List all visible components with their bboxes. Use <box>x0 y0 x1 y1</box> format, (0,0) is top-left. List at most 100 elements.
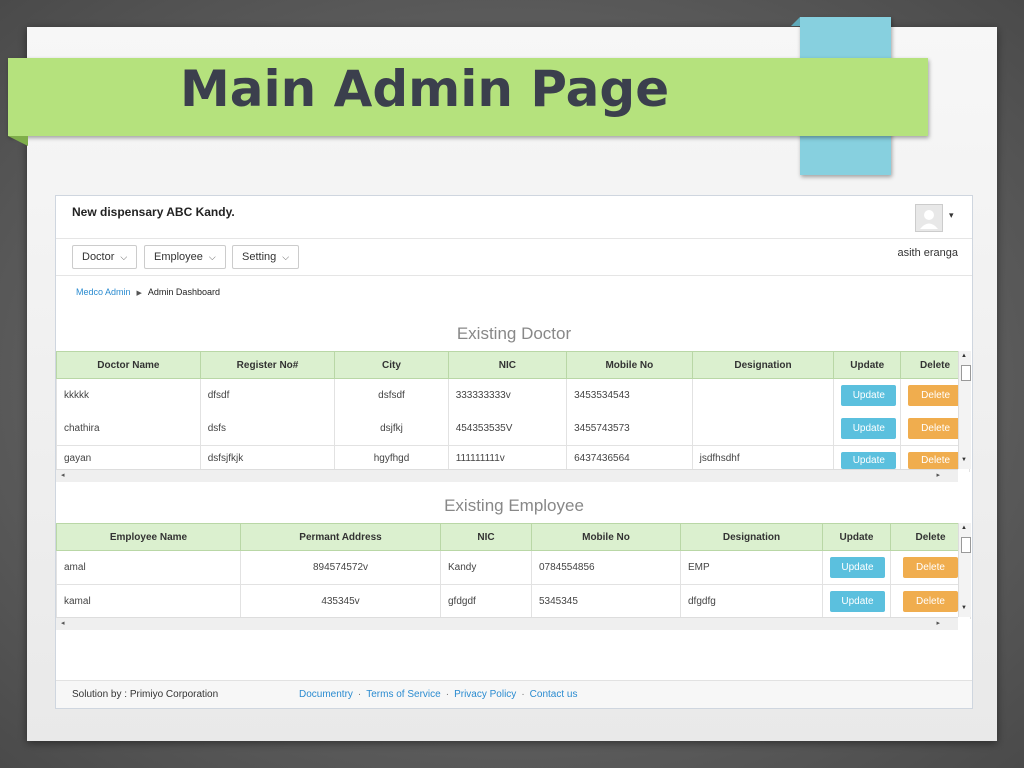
cell-address: 894574572v <box>240 550 441 585</box>
doctor-table-vertical-scrollbar[interactable]: ▲ ▼ <box>958 351 971 469</box>
footer: Solution by : Primiyo Corporation Docume… <box>56 680 972 708</box>
scroll-down-icon[interactable]: ▼ <box>961 605 967 611</box>
breadcrumb-current: Admin Dashboard <box>147 287 220 297</box>
cell-update: Update <box>833 378 902 412</box>
cell-designation: dfgdfg <box>680 584 823 619</box>
breadcrumb: Medco Admin ▶ Admin Dashboard <box>76 287 220 297</box>
column-header[interactable]: Doctor Name <box>56 351 201 379</box>
column-header[interactable]: Mobile No <box>566 351 693 379</box>
scroll-up-icon[interactable]: ▲ <box>961 353 967 359</box>
scroll-left-icon[interactable]: ◂ <box>61 619 65 627</box>
nav-bar: Doctor ⌵ Employee ⌵ Setting ⌵ asith eranga <box>56 239 972 276</box>
cell-designation: EMP <box>680 550 823 585</box>
column-header[interactable]: Permant Address <box>240 523 441 551</box>
scroll-left-icon[interactable]: ◂ <box>61 471 65 479</box>
column-header[interactable]: Mobile No <box>531 523 681 551</box>
update-button[interactable]: Update <box>841 417 897 439</box>
cell-doctor-name: kkkkk <box>56 378 201 412</box>
chevron-down-icon: ⌵ <box>208 252 216 262</box>
update-button[interactable]: Update <box>841 452 897 469</box>
user-avatar-icon[interactable] <box>915 204 943 232</box>
employee-table-horizontal-scrollbar[interactable]: ◂ ▸ <box>56 617 958 630</box>
scroll-down-icon[interactable]: ▼ <box>961 457 967 463</box>
nav-setting-dropdown[interactable]: Setting ⌵ <box>232 245 300 269</box>
cell-mobile: 3455743573 <box>566 411 693 446</box>
cell-nic: 333333333v <box>447 378 568 412</box>
scroll-up-icon[interactable]: ▲ <box>961 525 967 531</box>
cell-mobile: 0784554856 <box>531 550 681 585</box>
employee-table-header-row: Employee Name Permant Address NIC Mobile… <box>56 523 971 551</box>
footer-separator: · <box>357 689 362 700</box>
column-header[interactable]: NIC <box>440 523 532 551</box>
cell-update: Update <box>822 584 891 619</box>
delete-button[interactable]: Delete <box>908 452 964 469</box>
footer-link-terms[interactable]: Terms of Service <box>366 689 440 700</box>
scroll-thumb[interactable] <box>961 365 971 381</box>
cell-designation: jsdfhsdhf <box>691 445 835 472</box>
cell-nic: 111111111v <box>447 445 568 472</box>
column-header[interactable]: NIC <box>447 351 568 379</box>
cell-employee-name: kamal <box>56 584 241 619</box>
column-header[interactable]: Designation <box>691 351 835 379</box>
cell-update: Update <box>822 550 891 585</box>
column-header[interactable]: City <box>334 351 449 379</box>
doctor-table: Doctor Name Register No# City NIC Mobile… <box>56 351 970 472</box>
cell-doctor-name: gayan <box>56 445 201 472</box>
scroll-right-icon[interactable]: ▸ <box>936 619 940 627</box>
cell-update: Update <box>833 445 902 472</box>
cell-mobile: 5345345 <box>531 584 681 619</box>
slide-title: Main Admin Page <box>180 60 670 118</box>
doctor-section-title: Existing Doctor <box>456 324 572 343</box>
column-header[interactable]: Employee Name <box>56 523 241 551</box>
column-header[interactable]: Designation <box>680 523 823 551</box>
delete-button[interactable]: Delete <box>908 385 964 406</box>
cell-designation <box>691 378 835 412</box>
nav-employee-dropdown[interactable]: Employee ⌵ <box>144 245 226 269</box>
chevron-down-icon: ⌵ <box>282 252 290 262</box>
cell-mobile: 6437436564 <box>566 445 693 472</box>
footer-separator: · <box>445 689 450 700</box>
footer-solution-text: Solution by : Primiyo Corporation <box>72 689 219 700</box>
table-row: amal 894574572v Kandy 0784554856 EMP Upd… <box>56 550 971 585</box>
user-menu-caret-icon[interactable]: ▾ <box>949 210 954 221</box>
footer-links: Documentry · Terms of Service · Privacy Poli… <box>299 689 577 700</box>
cell-nic: gfdgdf <box>440 584 532 619</box>
breadcrumb-root-link[interactable]: Medco Admin <box>76 287 131 297</box>
cell-mobile: 3453534543 <box>566 378 693 412</box>
nav-doctor-dropdown[interactable]: Doctor ⌵ <box>72 245 138 269</box>
footer-separator: · <box>521 689 525 700</box>
update-button[interactable]: Update <box>841 385 897 406</box>
doctor-table-header-row: Doctor Name Register No# City NIC Mobile… <box>56 351 970 379</box>
table-row: kkkkk dfsdf dsfsdf 333333333v 3453534543… <box>56 378 970 412</box>
employee-table: Employee Name Permant Address NIC Mobile… <box>56 523 971 619</box>
nav-doctor-label: Doctor <box>82 251 115 263</box>
employee-table-vertical-scrollbar[interactable]: ▲ ▼ <box>958 523 971 617</box>
update-button[interactable]: Update <box>830 557 885 578</box>
nav-setting-label: Setting <box>242 251 277 263</box>
delete-button[interactable]: Delete <box>908 417 964 439</box>
top-bar: New dispensary ABC Kandy. ▾ <box>56 196 972 239</box>
delete-button[interactable]: Delete <box>903 557 958 578</box>
footer-link-privacy[interactable]: Privacy Policy <box>454 689 516 700</box>
username: asith eranga <box>897 247 958 259</box>
cell-nic: 454353535V <box>447 411 568 446</box>
cell-city: hgyfhgd <box>334 445 449 472</box>
table-row: gayan dsfsjfkjk hgyfhgd 111111111v 64374… <box>56 445 970 472</box>
cell-register-no: dsfs <box>199 411 336 446</box>
doctor-table-horizontal-scrollbar[interactable]: ◂ ▸ <box>56 469 958 482</box>
column-header[interactable]: Register No# <box>199 351 336 379</box>
scroll-right-icon[interactable]: ▸ <box>936 471 940 479</box>
update-button[interactable]: Update <box>830 591 885 612</box>
nav-employee-label: Employee <box>154 251 203 263</box>
scroll-thumb[interactable] <box>961 537 971 553</box>
column-header: Update <box>833 351 902 379</box>
cell-nic: Kandy <box>440 550 532 585</box>
footer-link-documentry[interactable]: Documentry <box>299 689 353 700</box>
footer-link-contact[interactable]: Contact us <box>530 689 578 700</box>
cell-city: dsfsdf <box>334 378 449 412</box>
table-row: kamal 435345v gfdgdf 5345345 dfgdfg Upda… <box>56 584 971 619</box>
cell-address: 435345v <box>240 584 441 619</box>
cell-employee-name: amal <box>56 550 241 585</box>
delete-button[interactable]: Delete <box>903 591 958 612</box>
cell-doctor-name: chathira <box>56 411 201 446</box>
